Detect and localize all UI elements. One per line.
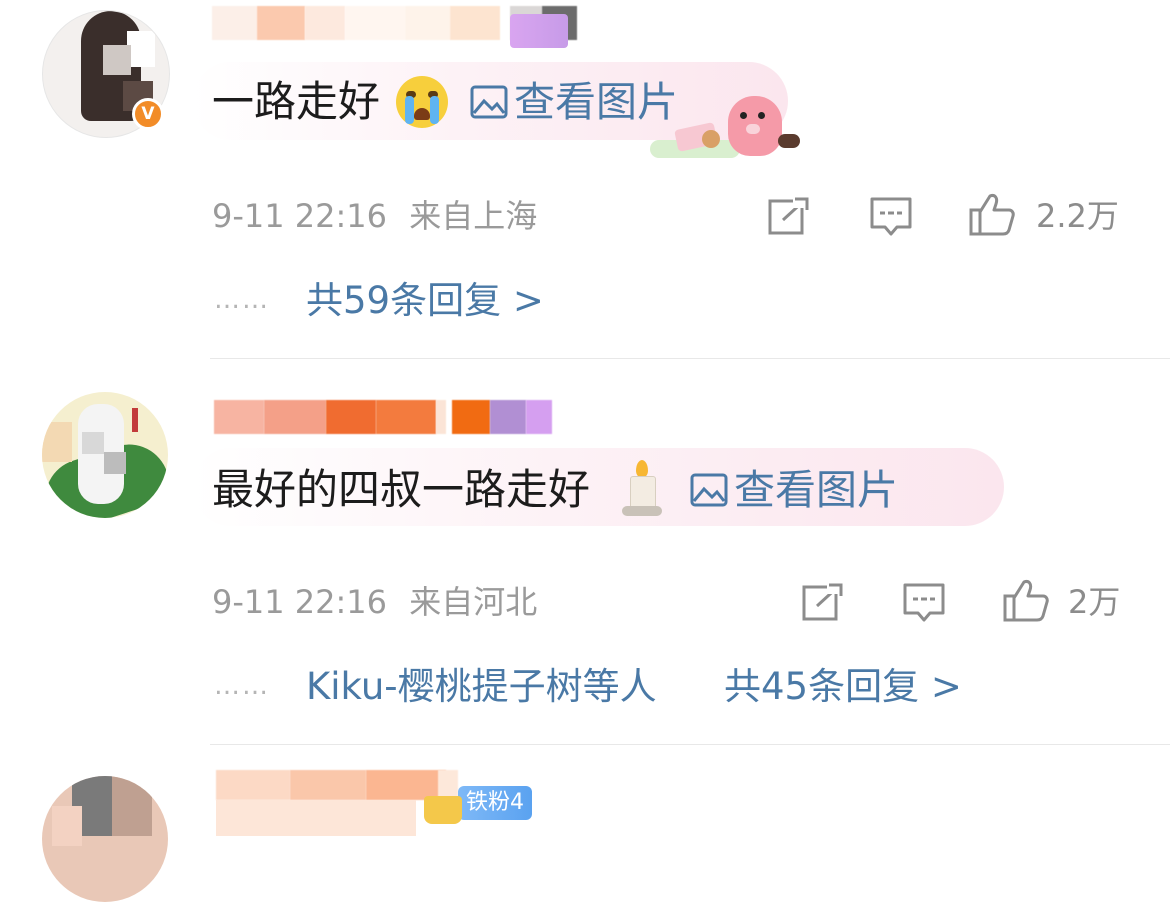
comment-time: 9-11 22:16 bbox=[212, 197, 388, 235]
view-image-link[interactable]: 查看图片 bbox=[470, 72, 678, 132]
like-icon[interactable] bbox=[1002, 578, 1050, 624]
comment-meta: 9-11 22:16 来自河北 bbox=[212, 582, 537, 622]
comment-text: 最好的四叔一路走好 bbox=[212, 465, 591, 514]
bubble-decoration-beaver-icon bbox=[650, 96, 805, 162]
like-count: 2万 bbox=[1068, 583, 1121, 621]
comment-time: 9-11 22:16 bbox=[212, 583, 388, 621]
fan-level-badge: 铁粉4 bbox=[458, 786, 532, 820]
image-icon bbox=[470, 85, 508, 119]
verified-badge-icon: V bbox=[132, 98, 164, 130]
username-redacted[interactable] bbox=[214, 400, 552, 434]
comment-divider bbox=[210, 744, 1170, 745]
comment-icon[interactable] bbox=[902, 582, 946, 624]
user-avatar[interactable] bbox=[42, 776, 168, 902]
reply-dots: …… bbox=[214, 285, 270, 315]
comment-divider bbox=[210, 358, 1170, 359]
image-icon bbox=[690, 473, 728, 507]
comment-location: 来自河北 bbox=[409, 583, 538, 621]
share-icon[interactable] bbox=[801, 582, 845, 622]
like-count: 2.2万 bbox=[1036, 197, 1119, 235]
view-image-link[interactable]: 查看图片 bbox=[690, 460, 898, 520]
candle-icon bbox=[620, 460, 664, 518]
view-replies-link[interactable]: 共59条回复 > bbox=[306, 278, 544, 324]
comment-meta: 9-11 22:16 来自上海 bbox=[212, 196, 537, 236]
comment-icon[interactable] bbox=[869, 196, 913, 238]
crying-face-icon bbox=[396, 76, 448, 128]
view-replies-link[interactable]: 共45条回复 > bbox=[724, 664, 962, 710]
view-image-label: 查看图片 bbox=[734, 466, 898, 514]
fan-level-badge bbox=[510, 14, 568, 48]
comment-text: 一路走好 bbox=[212, 77, 381, 126]
user-avatar[interactable] bbox=[42, 392, 168, 518]
reply-users[interactable]: Kiku-樱桃提子树等人 bbox=[306, 664, 657, 710]
username-redacted-lower bbox=[216, 800, 416, 836]
like-icon[interactable] bbox=[968, 192, 1016, 238]
share-icon[interactable] bbox=[767, 196, 811, 236]
reply-dots: …… bbox=[214, 671, 270, 701]
crown-icon bbox=[424, 796, 462, 824]
comment-location: 来自上海 bbox=[409, 197, 538, 235]
